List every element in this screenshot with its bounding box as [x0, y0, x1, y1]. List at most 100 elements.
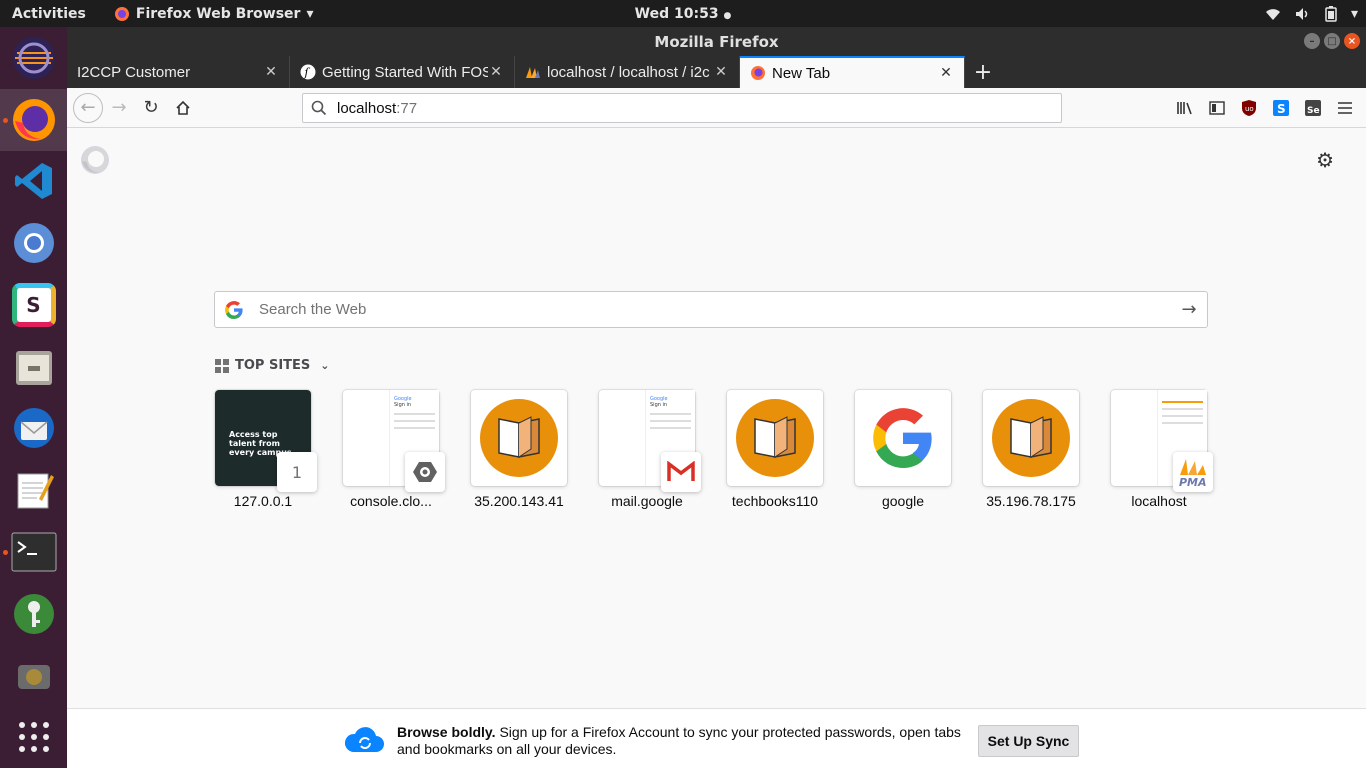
- svg-text:S: S: [1277, 102, 1286, 116]
- dock-item-text-editor[interactable]: [0, 459, 67, 521]
- svg-text:uo: uo: [1245, 105, 1254, 113]
- sync-snippet-bar: Browse boldly. Sign up for a Firefox Acc…: [67, 708, 1366, 768]
- top-site-google[interactable]: google: [855, 390, 951, 509]
- thumb-sign-in-text: Sign in: [650, 402, 668, 408]
- dock-item-vscode[interactable]: [0, 151, 67, 213]
- site-label: console.clo...: [350, 493, 432, 509]
- close-tab-icon[interactable]: ✕: [263, 64, 279, 80]
- gmail-icon: [667, 461, 695, 482]
- library-button[interactable]: [1172, 92, 1198, 124]
- site-tile[interactable]: PMA: [1111, 390, 1213, 492]
- selenium-icon: Se: [1305, 100, 1321, 116]
- tab-getting-started[interactable]: ſ Getting Started With FOS ✕: [290, 56, 515, 88]
- clock-label[interactable]: Wed 10:53: [635, 6, 719, 22]
- minimize-button[interactable]: –: [1304, 33, 1320, 49]
- tab-i2ccp-customer[interactable]: I2CCP Customer ✕: [67, 56, 290, 88]
- close-tab-icon[interactable]: ✕: [488, 64, 504, 80]
- window-title: Mozilla Firefox: [654, 32, 779, 51]
- top-site-35-196-78-175[interactable]: 35.196.78.175: [983, 390, 1079, 509]
- google-logo-icon: [873, 408, 932, 468]
- site-badge: PMA: [1173, 452, 1213, 492]
- thumb-sign-in-text: Sign in: [394, 402, 412, 408]
- skype-extension-button[interactable]: S: [1268, 92, 1294, 124]
- close-tab-icon[interactable]: ✕: [938, 65, 954, 81]
- dock-item-passwords[interactable]: [0, 583, 67, 645]
- phpmyadmin-icon: [526, 67, 540, 78]
- site-tile[interactable]: [983, 390, 1079, 486]
- forward-button[interactable]: →: [103, 92, 135, 124]
- top-site-localhost[interactable]: PMA localhost: [1111, 390, 1213, 509]
- set-up-sync-button[interactable]: Set Up Sync: [978, 725, 1079, 757]
- dock-item-camera[interactable]: [0, 645, 67, 707]
- top-site-127-0-0-1[interactable]: Access top talent from every campus 1 12…: [215, 390, 317, 509]
- activities-button[interactable]: Activities: [0, 6, 98, 22]
- customize-button[interactable]: ⚙: [1316, 148, 1334, 172]
- tab-phpmyadmin[interactable]: localhost / localhost / i2c ✕: [515, 56, 740, 88]
- search-icon: [311, 100, 327, 116]
- dock-item-eclipse[interactable]: [0, 27, 67, 89]
- new-tab-button[interactable]: +: [965, 56, 1001, 88]
- dock-item-slack[interactable]: S: [0, 274, 67, 336]
- search-submit-button[interactable]: →: [1171, 292, 1207, 327]
- sidebar-icon: [1209, 101, 1225, 115]
- badge-number: 1: [291, 462, 303, 482]
- reload-icon: ↻: [143, 97, 159, 118]
- arrow-left-icon: ←: [80, 97, 96, 118]
- wifi-icon: [1265, 8, 1280, 20]
- close-tab-icon[interactable]: ✕: [713, 64, 729, 80]
- battery-icon: [1325, 5, 1337, 22]
- site-label: 35.200.143.41: [474, 493, 564, 509]
- dock-item-terminal[interactable]: [0, 521, 67, 583]
- open-menu-button[interactable]: [1332, 92, 1358, 124]
- gear-icon: ⚙: [1316, 148, 1334, 172]
- google-cloud-hexagon-icon: [413, 462, 437, 482]
- top-site-console-cloud[interactable]: Google Sign in console.clo...: [343, 390, 445, 509]
- home-icon: [176, 100, 190, 115]
- chromium-icon: [13, 223, 54, 264]
- dock-item-firefox[interactable]: [0, 88, 67, 151]
- system-tray[interactable]: ▾: [1265, 0, 1358, 27]
- site-tile[interactable]: [855, 390, 951, 486]
- app-menu[interactable]: Firefox Web Browser ▾: [114, 6, 313, 22]
- url-bar[interactable]: localhost:77: [302, 93, 1062, 123]
- dock-item-chromium[interactable]: [0, 212, 67, 274]
- web-search-box[interactable]: →: [214, 291, 1208, 328]
- dock-item-files[interactable]: [0, 336, 67, 398]
- tab-new-tab[interactable]: New Tab ✕: [740, 56, 965, 88]
- firefox-window: Mozilla Firefox – □ × I2CCP Customer ✕ ſ…: [67, 27, 1366, 768]
- window-controls: – □ ×: [1304, 33, 1360, 49]
- back-button[interactable]: ←: [73, 92, 103, 123]
- top-site-techbooks110[interactable]: techbooks110: [727, 390, 823, 509]
- sidebar-button[interactable]: [1204, 92, 1230, 124]
- site-tile[interactable]: [471, 390, 567, 486]
- maximize-button[interactable]: □: [1324, 33, 1340, 49]
- thunderbird-icon: [13, 408, 54, 449]
- top-sites-grid: Access top talent from every campus 1 12…: [215, 390, 1213, 509]
- top-sites-title: TOP SITES: [235, 358, 311, 373]
- running-indicator: [3, 549, 8, 555]
- top-site-35-200-143-41[interactable]: 35.200.143.41: [471, 390, 567, 509]
- reload-button[interactable]: ↻: [135, 92, 167, 124]
- selenium-ide-button[interactable]: Se: [1300, 92, 1326, 124]
- top-site-mail-google[interactable]: Google Sign in mail.google: [599, 390, 701, 509]
- site-tile[interactable]: Google Sign in: [599, 390, 701, 492]
- site-tile[interactable]: Google Sign in: [343, 390, 445, 492]
- show-applications-button[interactable]: [0, 706, 67, 768]
- close-window-button[interactable]: ×: [1344, 33, 1360, 49]
- camera-icon: [17, 665, 50, 690]
- site-tile[interactable]: Access top talent from every campus 1: [215, 390, 317, 492]
- key-icon: [13, 593, 54, 634]
- dock: S: [0, 27, 67, 768]
- home-button[interactable]: [167, 92, 199, 124]
- google-logo-icon: [225, 300, 243, 319]
- ublock-button[interactable]: uo: [1236, 92, 1262, 124]
- window-titlebar[interactable]: Mozilla Firefox – □ ×: [67, 27, 1366, 56]
- search-input[interactable]: [259, 301, 1171, 318]
- tab-title: New Tab: [772, 64, 831, 82]
- system-menu-chevron-icon: ▾: [1350, 5, 1358, 22]
- s-extension-icon: S: [1273, 100, 1289, 116]
- site-tile[interactable]: [727, 390, 823, 486]
- site-label: 35.196.78.175: [986, 493, 1076, 509]
- top-sites-header[interactable]: TOP SITES ⌄: [215, 358, 330, 373]
- dock-item-thunderbird[interactable]: [0, 398, 67, 460]
